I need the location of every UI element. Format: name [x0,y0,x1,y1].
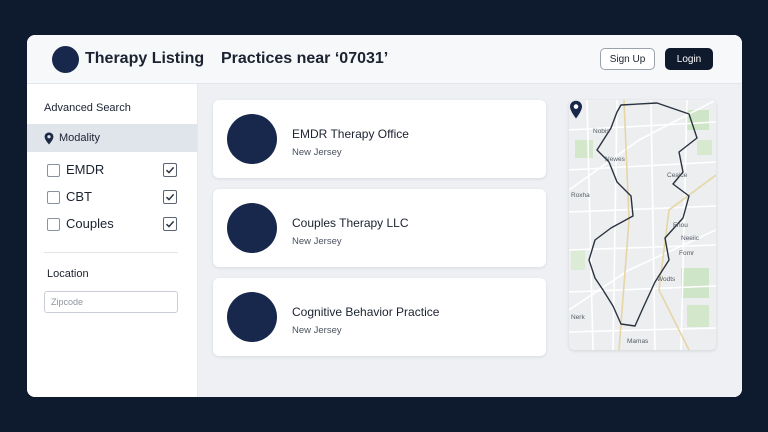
option-check-indicator[interactable] [163,217,177,231]
practice-location: New Jersey [292,325,342,336]
logo-icon[interactable] [52,46,79,73]
practice-avatar [227,114,277,164]
modality-filter-header[interactable]: Modality [27,124,197,152]
map-place-label: Nerk [571,314,585,321]
map-place-label: Neeiic [681,235,700,242]
page-title: Practices near ‘07031’ [221,50,389,67]
map-view[interactable]: Nobis Newes Roxha Ceaice Neeiic Fomr Wod… [569,100,716,350]
practice-location: New Jersey [292,236,342,247]
sign-up-button[interactable]: Sign Up [600,48,655,70]
filter-sidebar: Advanced Search Modality EMDR CBT Couple [27,84,198,397]
modality-option-emdr[interactable]: EMDR [27,161,197,181]
modality-label: Modality [59,132,100,144]
modality-option-cbt[interactable]: CBT [27,188,197,208]
practice-name[interactable]: EMDR Therapy Office [292,127,409,141]
location-label: Location [47,268,89,280]
option-checkbox[interactable] [47,164,60,177]
map-pin-icon [44,132,54,145]
checkmark-icon [165,166,175,174]
practice-avatar [227,292,277,342]
login-button[interactable]: Login [665,48,713,70]
option-check-indicator[interactable] [163,163,177,177]
map-place-label: Ceaice [667,172,688,179]
map-place-label: Fomr [679,250,695,257]
map-marker-icon[interactable] [569,100,583,119]
map-place-label: Mamas [627,338,649,345]
result-card[interactable]: Cognitive Behavior Practice New Jersey [213,278,546,356]
practice-name[interactable]: Couples Therapy LLC [292,216,409,230]
top-bar: Therapy Listing Practices near ‘07031’ S… [27,35,742,84]
modality-option-couples[interactable]: Couples [27,215,197,235]
option-label: EMDR [66,162,105,177]
option-check-indicator[interactable] [163,190,177,204]
option-checkbox[interactable] [47,218,60,231]
result-card[interactable]: EMDR Therapy Office New Jersey [213,100,546,178]
map-place-label: Newes [605,156,625,163]
results-area: EMDR Therapy Office New Jersey Couples T… [198,84,742,397]
map-place-label: Roxha [571,192,590,199]
zipcode-input[interactable] [44,291,178,313]
map-place-label: Wodts [657,276,676,283]
checkmark-icon [165,193,175,201]
app-window: Therapy Listing Practices near ‘07031’ S… [27,35,742,397]
map-place-label: Nobis [593,128,610,135]
option-label: CBT [66,189,92,204]
checkmark-icon [165,220,175,228]
map-canvas[interactable] [569,100,716,350]
practice-avatar [227,203,277,253]
map-place-label: Fnou [673,222,688,229]
option-label: Couples [66,216,114,231]
practice-name[interactable]: Cognitive Behavior Practice [292,305,439,319]
sidebar-divider [44,252,178,253]
practice-location: New Jersey [292,147,342,158]
advanced-search-heading: Advanced Search [44,102,131,114]
brand-name[interactable]: Therapy Listing [85,50,204,68]
option-checkbox[interactable] [47,191,60,204]
result-card[interactable]: Couples Therapy LLC New Jersey [213,189,546,267]
